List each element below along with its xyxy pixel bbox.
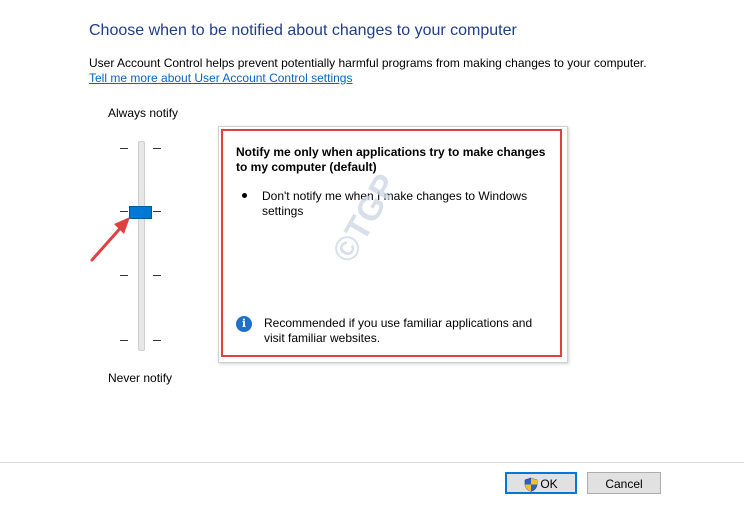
ok-button[interactable]: OK (505, 472, 577, 494)
setting-title: Notify me only when applications try to … (236, 145, 546, 174)
cancel-button[interactable]: Cancel (587, 472, 661, 494)
always-notify-label: Always notify (108, 106, 179, 120)
ok-button-label: OK (540, 477, 558, 491)
footer-separator (0, 462, 744, 463)
slider-tick-right-4 (153, 340, 161, 341)
slider-tick-left-3 (120, 275, 128, 276)
slider-tick-left-2 (120, 211, 128, 212)
recommendation-text: Recommended if you use familiar applicat… (264, 316, 533, 345)
uac-description: User Account Control helps prevent poten… (89, 56, 647, 70)
info-icon: i (236, 316, 252, 332)
slider-tick-right-2 (153, 211, 161, 212)
slider-tick-left-4 (120, 340, 128, 341)
shield-icon (525, 478, 538, 493)
learn-more-link[interactable]: Tell me more about User Account Control … (89, 71, 352, 85)
bullet-dot (242, 193, 247, 198)
never-notify-label: Never notify (108, 371, 173, 385)
slider-tick-right-1 (153, 148, 161, 149)
slider-tick-right-3 (153, 275, 161, 276)
page-title: Choose when to be notified about changes… (89, 22, 517, 39)
slider-tick-left-1 (120, 148, 128, 149)
slider-track[interactable] (138, 141, 145, 351)
red-arrow-icon (90, 217, 130, 262)
